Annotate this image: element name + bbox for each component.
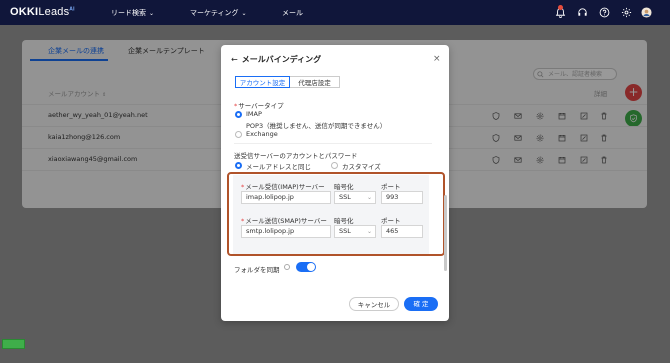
nav-mail[interactable]: メール xyxy=(282,8,303,18)
radio-imap-label: IMAP xyxy=(246,110,262,118)
radio-exchange[interactable] xyxy=(235,131,242,138)
radio-same-as-email-label: メールアドレスと同じ xyxy=(246,163,311,171)
cancel-button[interactable]: キャンセル xyxy=(349,297,399,311)
user-avatar-icon[interactable] xyxy=(641,7,652,18)
info-icon[interactable] xyxy=(284,264,290,270)
logo-main: OKKI xyxy=(10,6,39,18)
radio-same-as-email[interactable] xyxy=(235,162,242,169)
radio-pop3-label: POP3（推奨しません、送信が同期できません） xyxy=(246,122,387,130)
folder-sync-label: フォルダを同期 xyxy=(234,266,280,274)
radio-customize[interactable] xyxy=(331,162,338,169)
credentials-label: 送受信サーバーのアカウントとパスワード xyxy=(234,152,358,160)
notification-dot xyxy=(558,5,563,10)
server-type-label: *サーバータイプ xyxy=(234,102,284,110)
back-arrow-icon[interactable]: ← xyxy=(231,55,238,64)
radio-customize-label: カスタマイズ xyxy=(342,163,381,171)
logo-sup: AI xyxy=(69,6,75,13)
dialog-title: ← メールバインディング xyxy=(231,54,321,65)
okki-leads-logo[interactable]: OKKILeadsAI xyxy=(10,6,75,18)
nav-lead-search-label: リード検索 xyxy=(111,9,146,17)
top-nav-bar: OKKILeadsAI リード検索 ⌄ マーケティング ⌄ メール xyxy=(0,0,670,25)
confirm-button[interactable]: 確 定 xyxy=(404,297,438,311)
dialog-title-text: メールバインディング xyxy=(241,55,322,64)
gear-icon[interactable] xyxy=(621,7,632,18)
close-icon[interactable]: × xyxy=(433,54,441,64)
chevron-down-icon: ⌄ xyxy=(241,10,247,17)
status-indicator xyxy=(2,339,25,349)
chevron-down-icon: ⌄ xyxy=(149,10,155,17)
tab-agent-settings[interactable]: 代理店設定 xyxy=(290,76,340,88)
radio-imap[interactable] xyxy=(235,111,242,118)
tab-account-settings[interactable]: アカウント設定 xyxy=(235,76,290,88)
radio-exchange-label: Exchange xyxy=(246,130,278,138)
headset-icon[interactable] xyxy=(577,7,588,18)
logo-sub: Leads xyxy=(38,6,70,18)
folder-sync-toggle[interactable] xyxy=(296,262,316,272)
dialog-scrollbar[interactable] xyxy=(444,195,447,271)
section-divider xyxy=(234,143,432,144)
nav-mail-label: メール xyxy=(282,9,303,17)
server-config-highlight xyxy=(227,172,445,256)
nav-lead-search[interactable]: リード検索 ⌄ xyxy=(111,8,154,18)
nav-marketing-label: マーケティング xyxy=(190,9,239,17)
nav-marketing[interactable]: マーケティング ⌄ xyxy=(190,8,246,18)
help-icon[interactable] xyxy=(599,7,610,18)
server-type-label-text: サーバータイプ xyxy=(238,102,284,110)
